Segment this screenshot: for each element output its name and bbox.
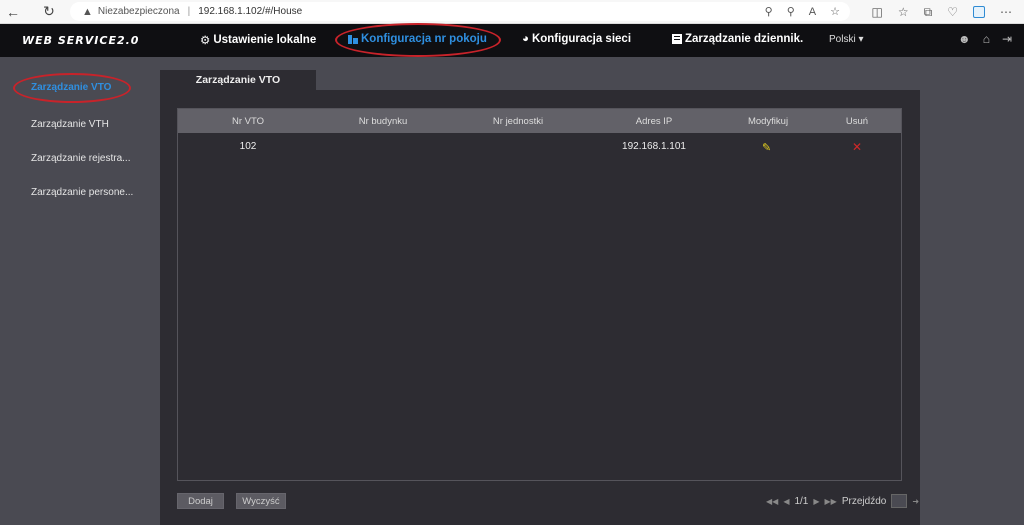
app-header: WEB SERVICE2.0 ⚙ Ustawienie lokalne Konf… <box>0 24 1024 57</box>
key-icon[interactable]: ⚲ <box>765 5 773 18</box>
gear-icon: ⚙ <box>200 35 211 47</box>
log-icon <box>672 34 682 44</box>
clear-button[interactable]: Wyczyść <box>236 493 286 509</box>
pencil-icon[interactable]: ✎ <box>762 141 771 154</box>
vto-table: Nr VTO Nr budynku Nr jednostki Adres IP … <box>177 108 902 481</box>
url-text: 192.168.1.102/#/House <box>198 6 303 17</box>
logout-icon[interactable]: ⇥ <box>1002 32 1012 46</box>
favorites-icon[interactable]: ☆ <box>898 5 909 19</box>
edge-extension-icon[interactable] <box>973 6 985 18</box>
reload-icon[interactable]: ↻ <box>36 0 62 24</box>
tab-vto-management[interactable]: Zarządzanie VTO <box>160 70 316 90</box>
browser-toolbar: ← ↻ ▲ Niezabezpieczona | 192.168.1.102/#… <box>0 0 1024 24</box>
table-row[interactable]: 102 192.168.1.101 ✎ ✕ <box>178 139 901 155</box>
user-icon[interactable]: ☻ <box>958 32 971 46</box>
language-select[interactable]: Polski ▾ <box>829 34 864 45</box>
cell-nr-vto: 102 <box>239 141 257 152</box>
nav-log-management[interactable]: Zarządzanie dziennik. <box>672 33 803 45</box>
warning-triangle-icon: ▲ <box>82 5 93 18</box>
table-header: Nr VTO Nr budynku Nr jednostki Adres IP … <box>178 109 901 133</box>
nav-log-management-label: Zarządzanie dziennik. <box>685 33 804 45</box>
sidebar-item-personnel[interactable]: Zarządzanie persone... <box>31 187 141 198</box>
nav-room-config-label: Konfiguracja nr pokoju <box>361 33 487 45</box>
app-logo: WEB SERVICE2.0 <box>22 34 140 47</box>
pagination: ◀◀ ◀ 1/1 ▶ ▶▶ Przejdźdo ➜ <box>766 494 919 508</box>
nav-room-config[interactable]: Konfiguracja nr pokoju <box>348 33 487 45</box>
column-modyfikuj: Modyfikuj <box>747 116 789 127</box>
column-nr-budynku: Nr budynku <box>358 116 408 127</box>
collections-icon[interactable]: ⧉ <box>924 5 933 20</box>
globe-icon: ◕ <box>522 33 529 45</box>
heart-extension-icon[interactable]: ♡ <box>947 5 958 19</box>
address-separator: | <box>187 6 191 17</box>
chevron-down-icon: ▾ <box>858 34 864 45</box>
first-page-icon[interactable]: ◀◀ <box>766 497 778 506</box>
split-screen-icon[interactable]: ◫ <box>872 5 883 19</box>
prev-page-icon[interactable]: ◀ <box>783 497 789 506</box>
cell-adres-ip: 192.168.1.101 <box>622 141 686 152</box>
sidebar-item-registration[interactable]: Zarządzanie rejestra... <box>31 153 141 164</box>
sidebar-item-vth[interactable]: Zarządzanie VTH <box>31 119 141 130</box>
column-nr-jednostki: Nr jednostki <box>492 116 544 127</box>
column-usun: Usuń <box>845 116 869 127</box>
security-warning-text: Niezabezpieczona <box>97 6 180 17</box>
building-icon <box>348 35 358 44</box>
page-indicator: 1/1 <box>794 495 809 507</box>
last-page-icon[interactable]: ▶▶ <box>825 497 837 506</box>
add-button[interactable]: Dodaj <box>177 493 224 509</box>
language-label: Polski <box>829 34 856 45</box>
delete-icon[interactable]: ✕ <box>852 140 862 154</box>
sidebar-item-vto[interactable]: Zarządzanie VTO <box>31 82 141 93</box>
favorite-star-icon[interactable]: ☆ <box>830 5 840 18</box>
nav-network-config-label: Konfiguracja sieci <box>531 33 632 45</box>
read-aloud-icon[interactable]: A <box>809 6 816 18</box>
column-nr-vto: Nr VTO <box>231 116 265 127</box>
more-menu-icon[interactable]: ⋯ <box>1000 5 1012 19</box>
goto-label: Przejdźdo <box>841 495 887 507</box>
column-adres-ip: Adres IP <box>635 116 673 127</box>
zoom-icon[interactable]: ⚲ <box>787 5 795 18</box>
back-arrow-icon[interactable]: ← <box>0 0 26 24</box>
nav-local-settings[interactable]: ⚙ Ustawienie lokalne <box>200 33 316 47</box>
nav-local-settings-label: Ustawienie lokalne <box>213 34 317 46</box>
nav-network-config[interactable]: ◕ Konfiguracja sieci <box>522 33 631 45</box>
next-page-icon[interactable]: ▶ <box>813 497 819 506</box>
address-bar[interactable]: ▲ Niezabezpieczona | 192.168.1.102/#/Hou… <box>70 2 850 21</box>
goto-arrow-icon[interactable]: ➜ <box>912 497 919 506</box>
goto-page-input[interactable] <box>891 494 908 508</box>
home-icon[interactable]: ⌂ <box>983 32 990 46</box>
